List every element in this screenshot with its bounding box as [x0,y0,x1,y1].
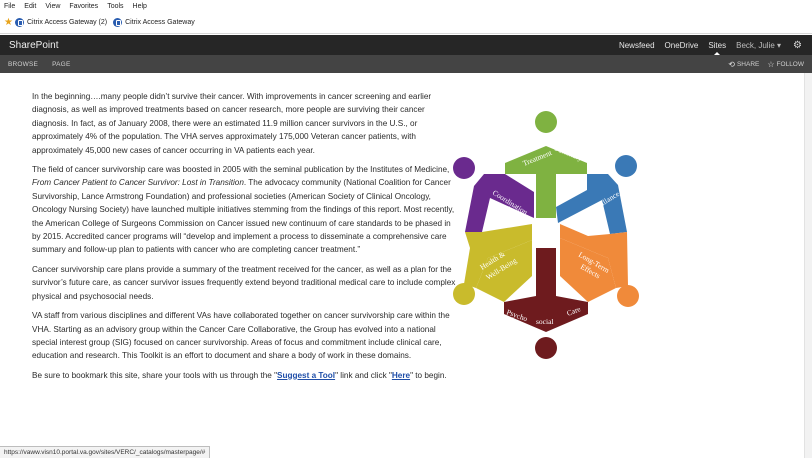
gear-icon[interactable]: ⚙ [793,40,802,51]
nav-newsfeed[interactable]: Newsfeed [619,41,655,50]
menu-tools[interactable]: Tools [107,3,123,10]
favorite-citrix-gateway-2[interactable]: Citrix Access Gateway (2) [14,18,108,27]
favorites-star-icon[interactable]: ★ [4,17,13,28]
menu-favorites[interactable]: Favorites [69,3,98,10]
nav-onedrive[interactable]: OneDrive [665,41,699,50]
paragraph-field: The field of cancer survivorship care wa… [32,165,455,255]
suggest-tool-link[interactable]: Suggest a Tool [277,371,335,380]
browser-menu-bar: File Edit View Favorites Tools Help [0,0,812,12]
menu-help[interactable]: Help [133,3,147,10]
paragraph-intro: In the beginning….many people didn’t sur… [32,92,432,155]
menu-edit[interactable]: Edit [24,3,36,10]
survivorship-care-diagram: Treatment Summary Surveillance Long-Term… [453,111,639,359]
favorite-citrix-gateway[interactable]: Citrix Access Gateway [113,18,195,27]
favorite-label: Citrix Access Gateway [125,19,195,26]
star-icon: ☆ [767,59,775,69]
paragraph-bookmark: Be sure to bookmark this site, share you… [32,370,447,380]
figure-long-term-effects: Long-Term Effects [560,224,639,307]
follow-label: FOLLOW [776,60,804,68]
citrix-icon [14,18,24,27]
label-social: social [536,317,554,326]
favorite-label: Citrix Access Gateway (2) [26,19,108,26]
user-menu[interactable]: Beck, Julie ▾ [736,41,781,50]
vertical-scrollbar[interactable] [804,73,812,458]
nav-sites[interactable]: Sites [708,41,726,55]
share-label: SHARE [736,60,760,68]
follow-button[interactable]: ☆ FOLLOW [767,60,804,69]
ribbon-bar: BROWSE PAGE ⟲ SHARE ☆ FOLLOW [0,55,812,73]
paragraph-va-staff: VA staff from various disciplines and di… [32,311,450,361]
status-bar-url: https://vaww.visn10.portal.va.gov/sites/… [0,446,211,458]
favorites-bar: ★ Citrix Access Gateway (2) Citrix Acces… [0,12,812,34]
publication-title: From Cancer Patient to Cancer Survivor: … [32,178,244,188]
share-icon: ⟲ [728,59,735,69]
menu-file[interactable]: File [4,3,15,10]
menu-view[interactable]: View [45,3,60,10]
here-link[interactable]: Here [392,371,410,380]
citrix-icon [113,18,123,27]
tab-page[interactable]: PAGE [52,61,70,68]
tab-browse[interactable]: BROWSE [8,61,38,68]
suite-bar: SharePoint Newsfeed OneDrive Sites Beck,… [0,35,812,55]
figure-health-well-being: Health & Well-Being [453,224,532,305]
page-content: In the beginning….many people didn’t sur… [32,90,457,388]
share-button[interactable]: ⟲ SHARE [728,60,759,69]
paragraph-care-plans: Cancer survivorship care plans provide a… [32,264,456,301]
sharepoint-brand[interactable]: SharePoint [0,40,619,51]
